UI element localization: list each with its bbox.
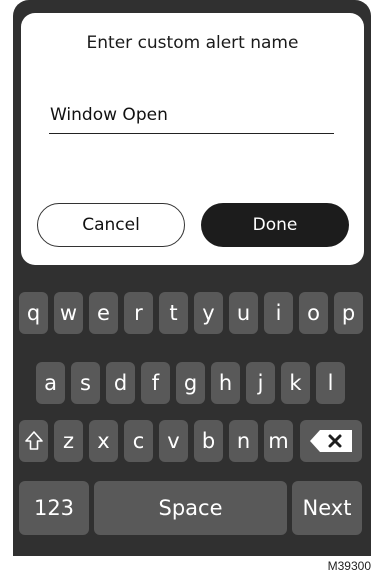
key-t[interactable]: t <box>159 292 188 334</box>
figure-id-caption: M39300 <box>327 559 371 573</box>
shift-key[interactable] <box>19 420 48 462</box>
key-j[interactable]: j <box>246 362 275 404</box>
dialog-title: Enter custom alert name <box>86 33 299 53</box>
key-v[interactable]: v <box>159 420 188 462</box>
key-s[interactable]: s <box>71 362 100 404</box>
key-n[interactable]: n <box>229 420 258 462</box>
key-i[interactable]: i <box>264 292 293 334</box>
next-key[interactable]: Next <box>292 481 362 535</box>
cancel-button[interactable]: Cancel <box>37 203 185 247</box>
space-key[interactable]: Space <box>94 481 287 535</box>
key-w[interactable]: w <box>54 292 83 334</box>
key-q[interactable]: q <box>19 292 48 334</box>
backspace-key[interactable] <box>300 420 362 462</box>
key-u[interactable]: u <box>229 292 258 334</box>
key-r[interactable]: r <box>124 292 153 334</box>
key-h[interactable]: h <box>211 362 240 404</box>
key-c[interactable]: c <box>124 420 153 462</box>
key-e[interactable]: e <box>89 292 118 334</box>
numbers-key[interactable]: 123 <box>19 481 89 535</box>
backspace-icon <box>310 430 352 452</box>
key-p[interactable]: p <box>334 292 363 334</box>
key-b[interactable]: b <box>194 420 223 462</box>
key-d[interactable]: d <box>106 362 135 404</box>
custom-alert-dialog: Enter custom alert name Cancel Done <box>21 13 364 265</box>
key-y[interactable]: y <box>194 292 223 334</box>
key-l[interactable]: l <box>316 362 345 404</box>
key-g[interactable]: g <box>176 362 205 404</box>
shift-icon <box>24 431 43 450</box>
key-m[interactable]: m <box>264 420 293 462</box>
key-x[interactable]: x <box>89 420 118 462</box>
key-k[interactable]: k <box>281 362 310 404</box>
done-button[interactable]: Done <box>201 203 349 247</box>
key-z[interactable]: z <box>54 420 83 462</box>
key-o[interactable]: o <box>299 292 328 334</box>
key-f[interactable]: f <box>141 362 170 404</box>
key-a[interactable]: a <box>36 362 65 404</box>
alert-name-input[interactable] <box>49 97 334 134</box>
